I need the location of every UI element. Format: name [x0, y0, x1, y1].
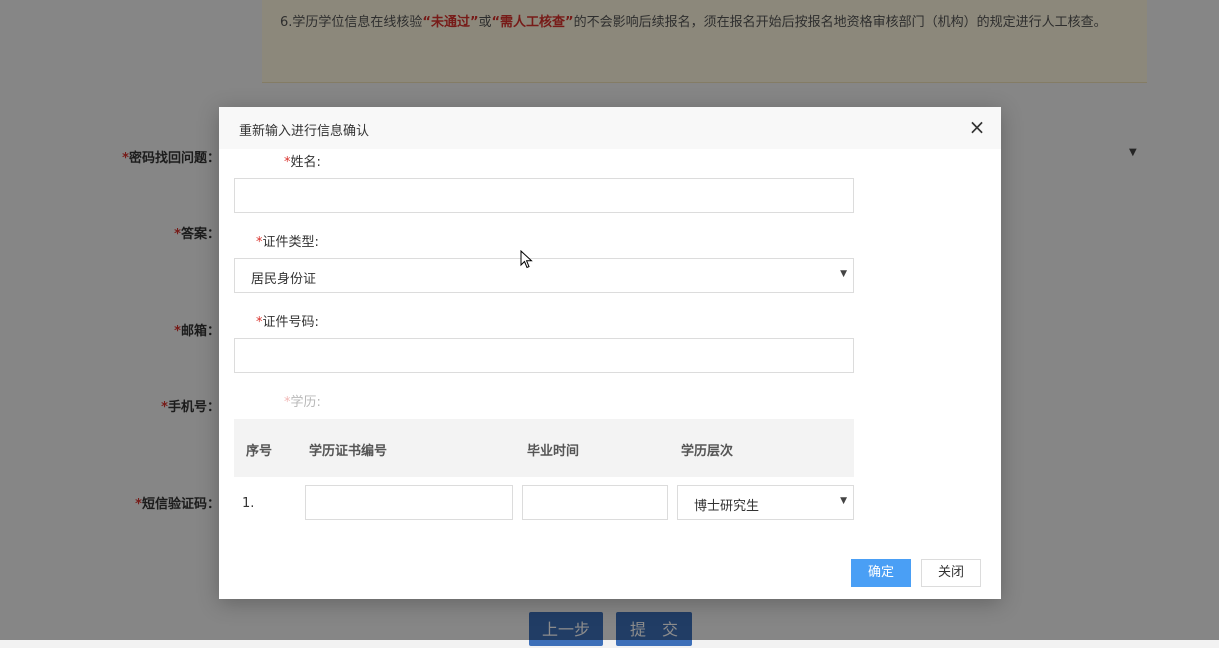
id-number-label: *证件号码:	[256, 315, 319, 330]
mouse-cursor-icon	[520, 250, 533, 269]
row-index: 1.	[242, 496, 255, 511]
name-input[interactable]	[234, 178, 854, 213]
education-label: *学历:	[284, 395, 321, 410]
id-type-select[interactable]: 居民身份证 ▼	[234, 258, 854, 293]
id-number-input[interactable]	[234, 338, 854, 373]
close-button[interactable]: 关闭	[921, 559, 981, 587]
cert-no-input[interactable]	[305, 485, 513, 520]
chevron-down-icon: ▼	[840, 269, 847, 279]
th-index: 序号	[246, 444, 273, 459]
th-cert-no: 学历证书编号	[309, 444, 388, 459]
education-table-header: 序号 学历证书编号 毕业时间 学历层次	[234, 419, 854, 477]
th-level: 学历层次	[681, 444, 734, 459]
info-confirm-dialog: 重新输入进行信息确认 × *姓名: *证件类型: 居民身份证 ▼ *证件号码: …	[219, 107, 1001, 599]
close-icon[interactable]: ×	[967, 117, 987, 137]
dialog-header: 重新输入进行信息确认 ×	[219, 107, 1001, 149]
grad-date-input[interactable]	[522, 485, 668, 520]
name-label: *姓名:	[284, 155, 321, 170]
education-level-value: 博士研究生	[694, 499, 760, 514]
chevron-down-icon: ▼	[840, 496, 847, 506]
confirm-button[interactable]: 确定	[851, 559, 911, 587]
education-level-select[interactable]: 博士研究生 ▼	[677, 485, 854, 520]
dialog-title: 重新输入进行信息确认	[239, 124, 370, 139]
id-type-value: 居民身份证	[251, 272, 317, 287]
id-type-label: *证件类型:	[256, 235, 319, 250]
th-grad-date: 毕业时间	[527, 444, 580, 459]
